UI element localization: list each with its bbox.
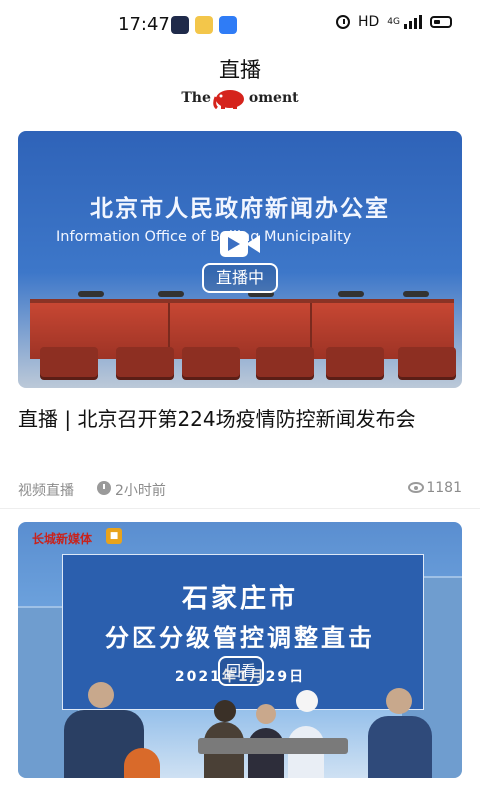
network-label: 4G xyxy=(387,17,400,27)
person-head xyxy=(296,690,318,712)
app-notification-icon xyxy=(171,16,189,34)
live-badge: 直播中 xyxy=(202,263,278,293)
thumbnail-caption-en: Information Office of Beijing Municipali… xyxy=(56,229,352,245)
battery-icon xyxy=(430,16,452,28)
media-logo-badge: ■ xyxy=(106,528,122,544)
divider xyxy=(0,508,480,509)
seating-row xyxy=(18,343,462,388)
elephant-icon xyxy=(213,90,244,109)
table-surface xyxy=(198,738,348,754)
article-category: 视频直播 xyxy=(18,483,74,499)
status-bar: 17:47 HD 4G xyxy=(0,0,480,52)
person xyxy=(124,748,160,778)
person-head xyxy=(386,688,412,714)
thumbnail-title-line2: 分区分级管控调整直击 xyxy=(105,623,375,652)
video-camera-icon[interactable] xyxy=(220,229,262,259)
signal-icon xyxy=(404,15,422,29)
brand-text-right: oment xyxy=(248,90,299,106)
article-headline[interactable]: 直播 | 北京召开第224场疫情防控新闻发布会 xyxy=(18,405,462,434)
chair xyxy=(256,347,314,377)
microphone-icon xyxy=(158,291,184,297)
chair xyxy=(40,347,98,377)
page-title: 直播 xyxy=(219,58,261,82)
media-logo: 长城新媒体 xyxy=(32,532,93,546)
person xyxy=(368,716,432,778)
chair xyxy=(116,347,174,377)
status-time: 17:47 xyxy=(118,14,170,35)
brand-logo: The oment xyxy=(0,86,480,110)
app-notification-icon xyxy=(195,16,213,34)
chair xyxy=(326,347,384,377)
microphone-icon xyxy=(78,291,104,297)
microphone-icon xyxy=(403,291,429,297)
article-time: 2小时前 xyxy=(115,483,166,499)
clock-icon xyxy=(97,481,111,495)
person-head xyxy=(88,682,114,708)
chair xyxy=(182,347,240,377)
thumbnail-title-line1: 石家庄市 xyxy=(181,584,298,614)
brand-text-left: The xyxy=(181,90,211,106)
thumbnail-caption-cn: 北京市人民政府新闻办公室 xyxy=(90,196,390,222)
app-notification-icon xyxy=(219,16,237,34)
view-count: 1181 xyxy=(426,480,462,496)
status-icons: HD 4G xyxy=(335,14,452,30)
person-head xyxy=(214,700,236,722)
hd-label: HD xyxy=(357,14,380,30)
article-thumbnail[interactable]: 北京市人民政府新闻办公室 Information Office of Beiji… xyxy=(18,131,462,388)
microphone-icon xyxy=(338,291,364,297)
eye-icon xyxy=(408,482,424,493)
replay-badge: 回看 xyxy=(218,656,264,686)
chair xyxy=(398,347,456,377)
person-head xyxy=(256,704,276,724)
alarm-icon xyxy=(335,15,350,29)
article-thumbnail[interactable]: 长城新媒体 ■ 石家庄市 分区分级管控调整直击 2021年1月29日 回看 xyxy=(18,522,462,778)
article-meta: 视频直播 2小时前 1181 xyxy=(18,480,462,502)
